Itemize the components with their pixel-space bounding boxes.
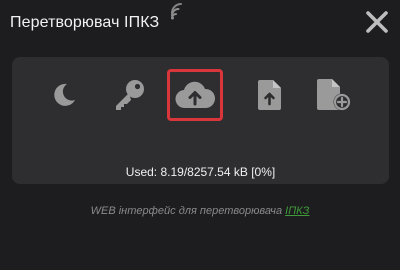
footer: WEB інтерфейс для перетворювача ІПКЗ	[0, 205, 400, 218]
key-button[interactable]	[101, 69, 157, 121]
cloud-upload-icon	[175, 81, 215, 109]
file-add-icon	[317, 79, 351, 111]
file-add-button[interactable]	[306, 69, 362, 121]
cloud-upload-button[interactable]	[167, 69, 223, 121]
theme-toggle-button[interactable]	[36, 69, 92, 121]
wifi-signal-icon	[171, 3, 182, 20]
footer-text: WEB інтерфейс для перетворювача	[90, 205, 283, 217]
close-icon[interactable]	[365, 10, 389, 34]
key-icon	[116, 80, 144, 110]
file-upload-icon	[258, 80, 281, 110]
tools-panel: Used: 8.19/8257.54 kB [0%]	[12, 57, 389, 184]
app-header: Перетворювач ІПКЗ	[0, 0, 400, 46]
app-title: Перетворювач ІПКЗ	[10, 14, 160, 31]
footer-link[interactable]: ІПКЗ	[285, 205, 309, 217]
file-upload-button[interactable]	[242, 69, 298, 121]
moon-icon	[54, 83, 75, 106]
storage-usage-text: Used: 8.19/8257.54 kB [0%]	[125, 165, 276, 179]
